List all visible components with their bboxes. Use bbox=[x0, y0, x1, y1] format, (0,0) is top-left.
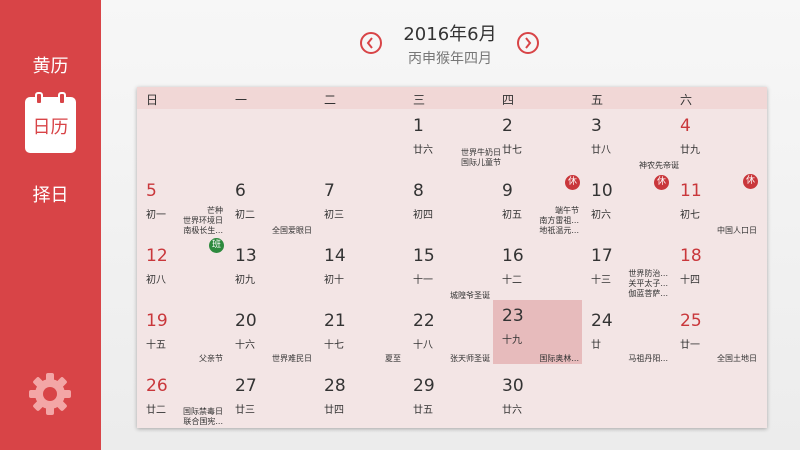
day-number: 2 bbox=[502, 116, 513, 136]
festival-text: 马祖丹阳... bbox=[628, 354, 668, 363]
sidebar-item-zeri[interactable]: 择日 bbox=[0, 181, 101, 207]
weekday-label: 一 bbox=[235, 93, 248, 107]
day-number: 14 bbox=[324, 246, 346, 266]
rest-day-badge: 休 bbox=[565, 175, 580, 190]
lunar-date: 廿八 bbox=[591, 145, 611, 156]
day-number: 7 bbox=[324, 181, 335, 201]
lunar-date: 廿九 bbox=[680, 145, 700, 156]
day-number: 5 bbox=[146, 181, 157, 201]
sidebar-item-label: 日历 bbox=[32, 117, 69, 138]
day-number: 6 bbox=[235, 181, 246, 201]
weekday-label: 二 bbox=[324, 93, 337, 107]
weekday-header: 日 一 二 三 四 五 六 bbox=[137, 87, 767, 109]
calendar-ring-icon bbox=[35, 92, 43, 105]
calendar-ring-icon bbox=[58, 92, 66, 105]
festival-text: 国际禁毒日 联合国宪... bbox=[183, 407, 223, 426]
day-number: 1 bbox=[413, 116, 424, 136]
day-number: 9 bbox=[502, 181, 513, 201]
lunar-date: 廿七 bbox=[502, 145, 522, 156]
weekday-label: 三 bbox=[413, 93, 426, 107]
festival-text: 世界难民日 bbox=[272, 354, 312, 363]
festival-text: 张天师圣诞 bbox=[450, 354, 490, 363]
festival-text: 国际奥林... bbox=[539, 354, 579, 363]
festival-text: 夏至 bbox=[385, 354, 401, 363]
calendar-grid: 日 一 二 三 四 五 六 1 廿六 2 廿七 3 廿八 4 廿九 5 初一 6… bbox=[137, 87, 767, 428]
day-number: 11 bbox=[680, 181, 702, 201]
weekday-label: 日 bbox=[146, 93, 159, 107]
day-cell[interactable]: 7 初三 bbox=[315, 175, 404, 239]
sidebar: 黄历 日历 择日 bbox=[0, 0, 101, 450]
lunar-date: 初七 bbox=[680, 210, 700, 221]
rest-day-badge: 休 bbox=[743, 174, 758, 189]
sidebar-item-rili[interactable]: 日历 bbox=[25, 92, 76, 153]
lunar-date: 初二 bbox=[235, 210, 255, 221]
day-number: 21 bbox=[324, 311, 346, 331]
day-cell[interactable]: 2 廿七 bbox=[493, 110, 582, 174]
weekday-label: 四 bbox=[502, 93, 515, 107]
chevron-right-icon bbox=[525, 37, 532, 49]
day-number: 3 bbox=[591, 116, 602, 136]
rest-day-badge: 休 bbox=[654, 175, 669, 190]
weekday-label: 五 bbox=[591, 93, 604, 107]
work-day-badge: 班 bbox=[209, 238, 224, 253]
gear-icon[interactable] bbox=[27, 371, 73, 417]
day-number: 4 bbox=[680, 116, 691, 136]
lunar-date: 初三 bbox=[324, 210, 344, 221]
month-title: 2016年6月 bbox=[403, 24, 497, 45]
lunar-month-subtitle: 丙申猴年四月 bbox=[408, 51, 492, 67]
sidebar-item-huangli[interactable]: 黄历 bbox=[0, 52, 101, 78]
weekday-label: 六 bbox=[680, 93, 693, 107]
day-cell[interactable]: 4 廿九 bbox=[671, 110, 760, 174]
next-month-button[interactable] bbox=[517, 32, 539, 54]
lunar-date: 初十 bbox=[324, 275, 344, 286]
day-number: 8 bbox=[413, 181, 424, 201]
day-cell[interactable]: 14 初十 bbox=[315, 240, 404, 304]
festival-text: 全国土地日 bbox=[717, 354, 757, 363]
lunar-date: 十七 bbox=[324, 340, 344, 351]
